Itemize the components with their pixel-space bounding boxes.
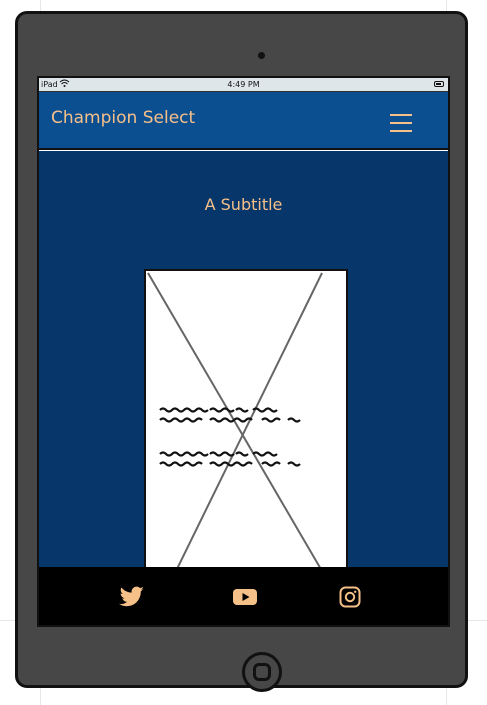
hamburger-icon[interactable] [390, 114, 412, 132]
footer [39, 567, 448, 625]
page-subtitle: A Subtitle [204, 195, 283, 214]
brand-title[interactable]: Champion Select [51, 108, 195, 128]
navbar: Champion Select [39, 92, 448, 150]
twitter-icon[interactable] [119, 586, 145, 608]
home-button[interactable] [242, 652, 282, 692]
image-placeholder [144, 269, 348, 569]
main-content: A Subtitle [39, 151, 448, 569]
camera-icon [258, 52, 265, 59]
screen: iPad 4:49 PM Champion Select A Subtitle [37, 76, 450, 627]
scribble-text [159, 407, 301, 423]
instagram-icon[interactable] [337, 586, 363, 608]
status-time: 4:49 PM [227, 80, 260, 89]
scribble-text [159, 451, 301, 467]
youtube-icon[interactable] [232, 586, 258, 608]
battery-icon [434, 81, 444, 87]
status-bar: iPad 4:49 PM [39, 78, 448, 92]
